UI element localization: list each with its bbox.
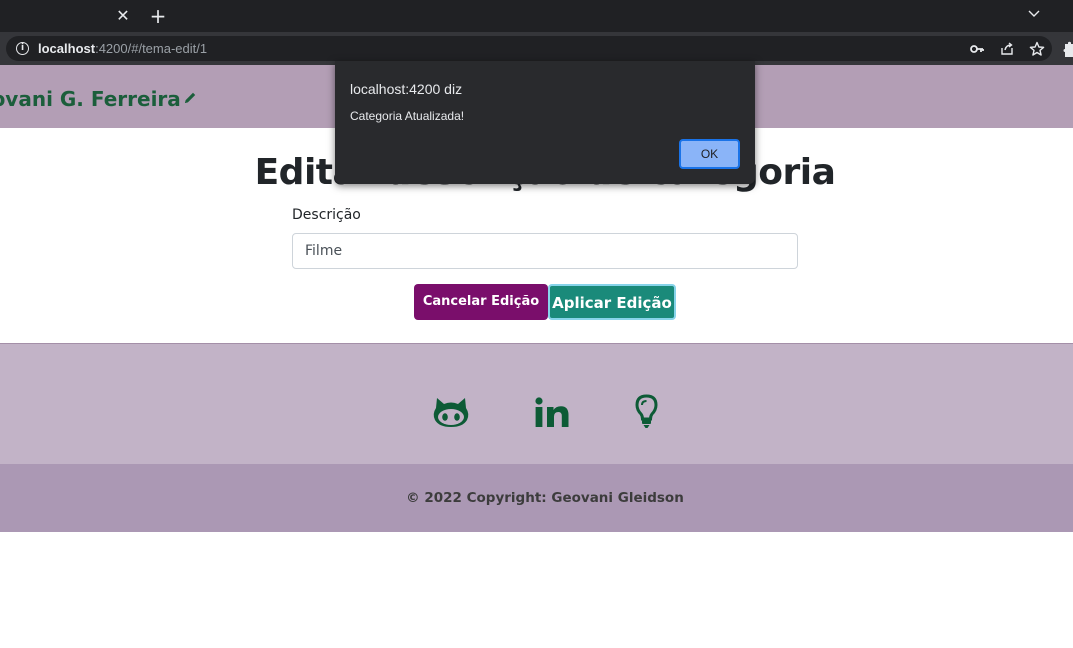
footer-social <box>0 343 1073 464</box>
url-host: localhost <box>38 41 96 56</box>
description-label: Descrição <box>292 207 361 223</box>
browser-tab[interactable]: ✕ <box>0 0 140 32</box>
alert-ok-button[interactable]: OK <box>679 139 740 169</box>
star-icon[interactable] <box>1029 41 1045 57</box>
github-icon[interactable] <box>432 396 470 428</box>
tab-close-icon[interactable]: ✕ <box>114 6 132 26</box>
url-path: :4200/#/tema-edit/1 <box>95 41 208 56</box>
alert-title: localhost:4200 diz <box>350 81 463 97</box>
footer-copyright: © 2022 Copyright: Geovani Gleidson <box>0 464 1073 532</box>
lightbulb-icon[interactable] <box>635 394 658 429</box>
address-bar[interactable]: i localhost:4200/#/tema-edit/1 <box>6 36 1052 61</box>
pencil-icon[interactable] <box>183 91 197 105</box>
alert-message: Categoria Atualizada! <box>350 109 465 123</box>
browser-tab-bar: ✕ + <box>0 0 1073 32</box>
alert-dialog: localhost:4200 diz Categoria Atualizada!… <box>335 61 755 184</box>
new-tab-button[interactable]: + <box>148 5 168 27</box>
key-icon[interactable] <box>969 41 985 57</box>
share-icon[interactable] <box>999 41 1015 57</box>
description-input[interactable] <box>292 233 798 269</box>
copyright-text: © 2022 Copyright: Geovani Gleidson <box>406 490 684 506</box>
extensions-icon[interactable] <box>1062 41 1073 57</box>
url-text[interactable]: localhost:4200/#/tema-edit/1 <box>38 41 207 57</box>
tab-list-icon[interactable] <box>1026 7 1042 21</box>
info-icon[interactable]: i <box>16 42 29 55</box>
apply-edit-button[interactable]: Aplicar Edição <box>548 284 676 320</box>
brand-name[interactable]: eovani G. Ferreira <box>0 87 181 111</box>
cancel-edit-button[interactable]: Cancelar Edição <box>414 284 548 320</box>
linkedin-icon[interactable] <box>535 397 569 427</box>
